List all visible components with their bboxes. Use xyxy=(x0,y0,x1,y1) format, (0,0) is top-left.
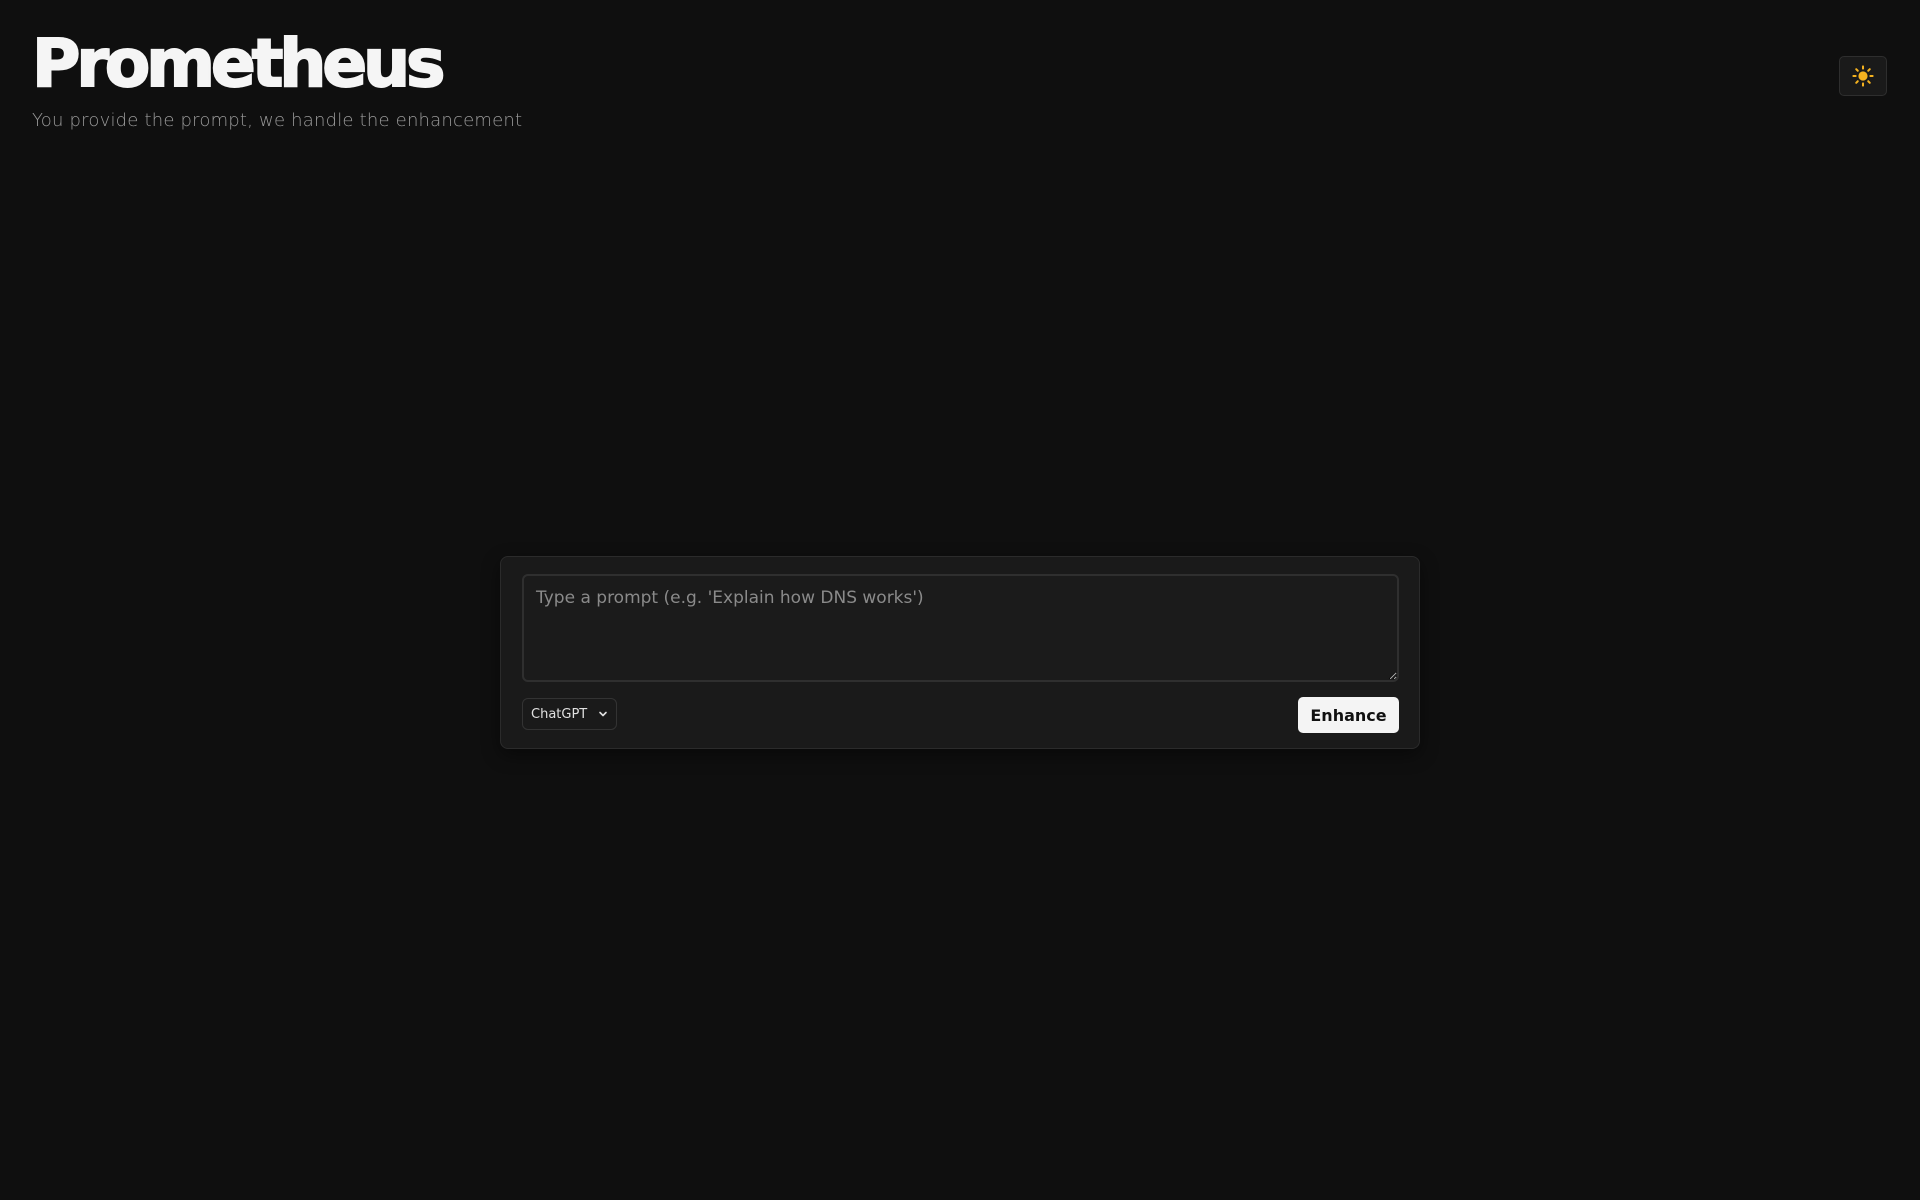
model-select-value: ChatGPT xyxy=(531,706,588,722)
chevron-down-icon xyxy=(599,711,607,717)
app-title: Prometheus xyxy=(31,25,446,102)
enhance-button[interactable]: Enhance xyxy=(1298,697,1399,733)
theme-toggle-button[interactable] xyxy=(1839,56,1887,96)
header: Prometheus You provide the prompt, we ha… xyxy=(31,25,523,132)
prompt-card: ChatGPT Enhance xyxy=(500,556,1420,749)
model-select[interactable]: ChatGPT xyxy=(522,698,617,730)
sun-icon xyxy=(1852,65,1874,87)
tagline: You provide the prompt, we handle the en… xyxy=(32,110,523,131)
prompt-input[interactable] xyxy=(522,574,1399,682)
